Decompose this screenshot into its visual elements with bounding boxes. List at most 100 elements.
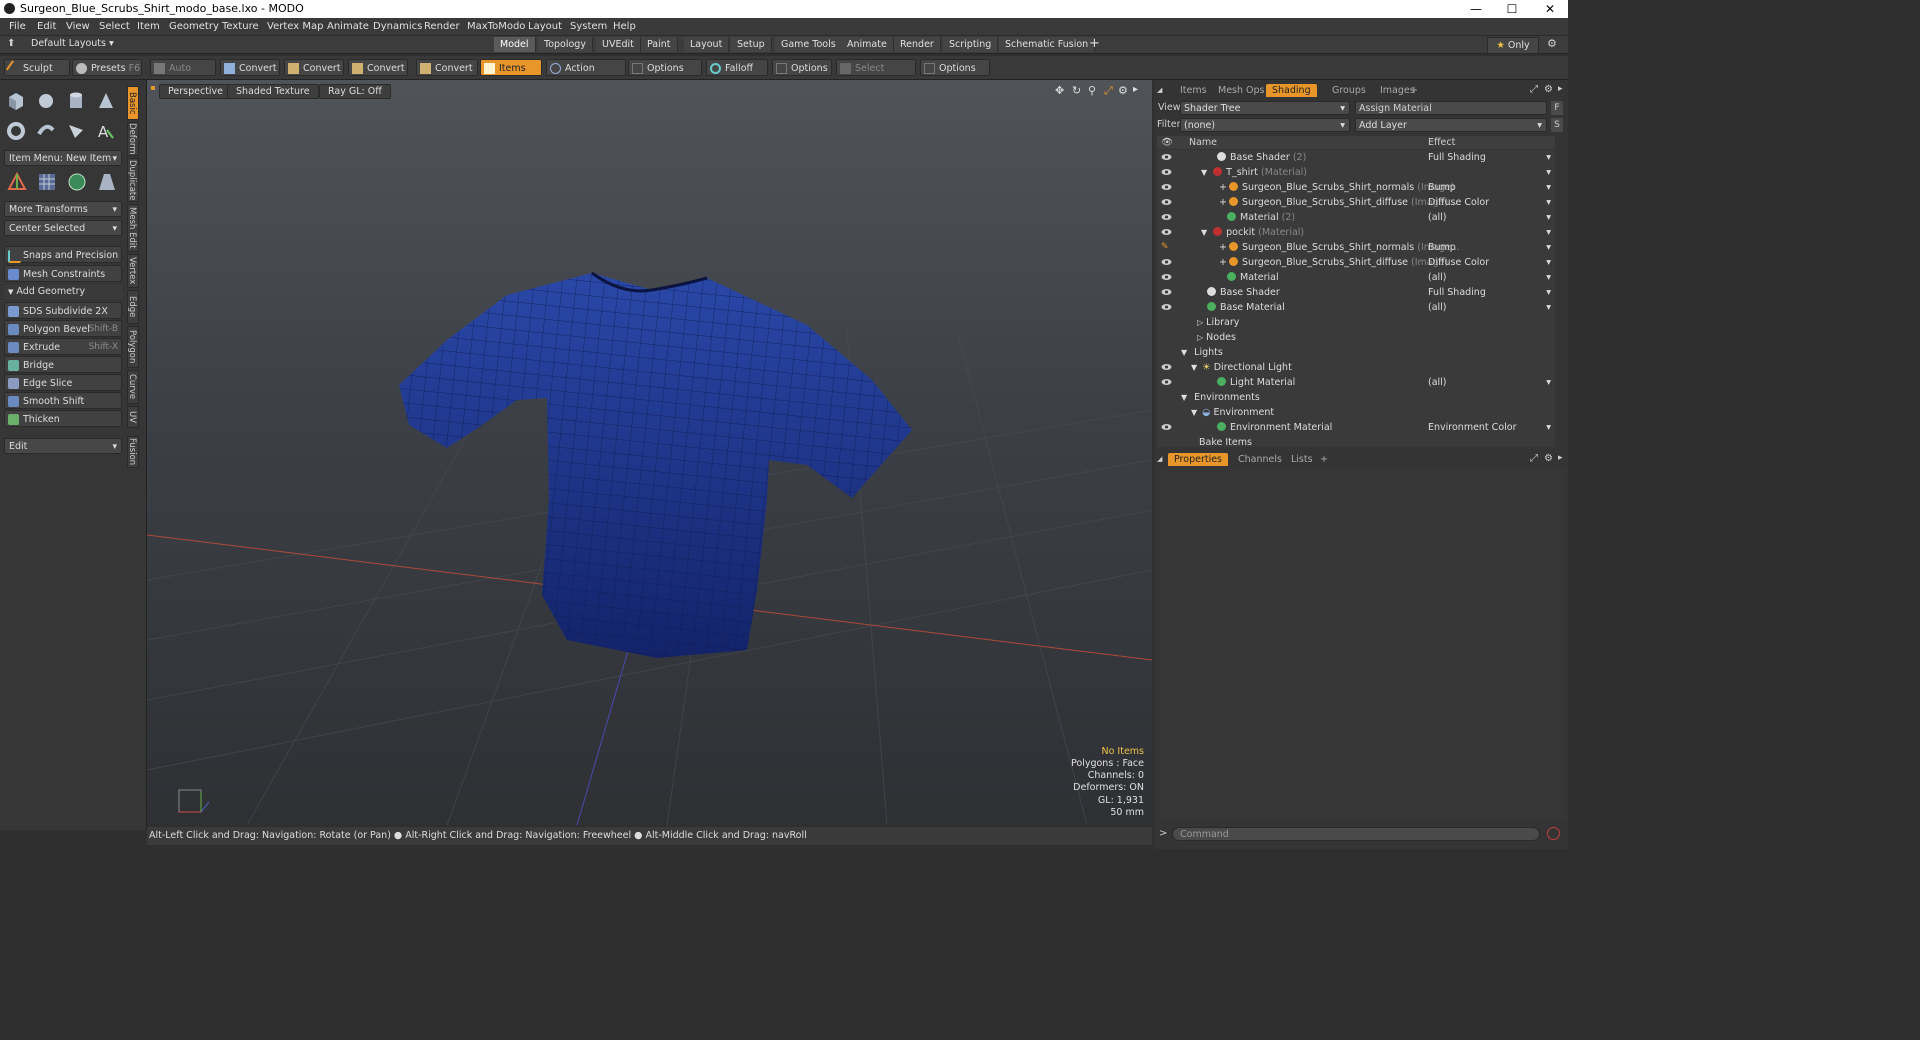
panel-gear-icon[interactable]: ⚙ xyxy=(1544,453,1553,464)
vtab-duplicate[interactable]: Duplicate xyxy=(127,158,139,202)
bridge-button[interactable]: Bridge xyxy=(4,356,122,373)
menu-help[interactable]: Help xyxy=(613,21,636,32)
name-column-header[interactable]: Name xyxy=(1189,136,1217,149)
vtab-edge[interactable]: Edge xyxy=(127,290,139,324)
extrude-button[interactable]: Extrude Shift-X xyxy=(4,338,122,355)
tree-row[interactable]: ▼ pockit (Material) xyxy=(1157,225,1555,240)
globe-icon[interactable] xyxy=(66,171,88,193)
add-panel-tab[interactable]: + xyxy=(1314,453,1334,466)
tab-render[interactable]: Render xyxy=(894,37,941,52)
tree-row[interactable]: Material (2) (all) xyxy=(1157,210,1555,225)
f-button[interactable]: F xyxy=(1551,101,1563,115)
menu-animate[interactable]: Animate xyxy=(327,21,369,32)
chevron-down-icon[interactable]: ▼ xyxy=(1181,393,1187,402)
tree-row[interactable]: Material (all) xyxy=(1157,270,1555,285)
command-input[interactable]: Command xyxy=(1172,827,1540,841)
tree-row[interactable]: Base Shader Full Shading xyxy=(1157,285,1555,300)
convert-button-2[interactable]: Convert xyxy=(284,59,344,76)
sds-subdivide-button[interactable]: SDS Subdivide 2X xyxy=(4,302,122,319)
vtab-vertex[interactable]: Vertex xyxy=(127,254,139,288)
convert-button-3[interactable]: Convert xyxy=(348,59,408,76)
menu-layout[interactable]: Layout xyxy=(528,21,562,32)
panel-gear-icon[interactable]: ⚙ xyxy=(1544,84,1553,95)
eye-icon[interactable] xyxy=(1161,198,1172,206)
only-toggle[interactable]: ★ Only xyxy=(1487,37,1539,54)
assign-material-button[interactable]: Assign Material xyxy=(1355,101,1547,115)
add-layer-dropdown[interactable]: Add Layer xyxy=(1355,118,1547,133)
chevron-right-icon[interactable]: ▷ xyxy=(1197,333,1203,342)
text-icon[interactable]: A xyxy=(95,120,117,142)
vtab-deform[interactable]: Deform xyxy=(127,122,139,156)
maximize-panel-icon[interactable]: ⤢ xyxy=(1530,453,1538,464)
thicken-button[interactable]: Thicken xyxy=(4,410,122,427)
menu-system[interactable]: System xyxy=(570,21,607,32)
eye-icon[interactable] xyxy=(1161,378,1172,386)
tree-row[interactable]: ▼ Environments xyxy=(1157,390,1555,405)
sculpt-button[interactable]: Sculpt xyxy=(4,59,70,77)
tube-icon[interactable] xyxy=(35,120,57,142)
chevron-down-icon[interactable]: ▼ xyxy=(1191,408,1197,417)
tree-row[interactable]: + Surgeon_Blue_Scrubs_Shirt_diffuse (Imag… xyxy=(1157,195,1555,210)
tab-groups[interactable]: Groups xyxy=(1326,84,1372,97)
menu-select[interactable]: Select xyxy=(99,21,130,32)
record-icon[interactable] xyxy=(1547,827,1560,840)
auto-select-button[interactable]: Auto Select xyxy=(150,59,216,91)
eye-icon[interactable] xyxy=(1161,153,1172,161)
brush-icon[interactable]: ✎ xyxy=(1161,243,1172,252)
menu-file[interactable]: File xyxy=(9,21,26,32)
panel-arrow-icon[interactable]: ▸ xyxy=(1558,453,1563,463)
mesh-constraints-button[interactable]: Mesh Constraints xyxy=(4,265,122,282)
tree-row[interactable]: + Surgeon_Blue_Scrubs_Shirt_diffuse (Imag… xyxy=(1157,255,1555,270)
eye-icon[interactable] xyxy=(1161,423,1172,431)
tree-row[interactable]: ▼ ☀ Directional Light xyxy=(1157,360,1555,375)
3d-viewport[interactable]: Perspective Shaded Texture Ray GL: Off ✥… xyxy=(147,80,1152,825)
maximize-button[interactable]: ☐ xyxy=(1494,0,1530,18)
tab-shading[interactable]: Shading xyxy=(1266,84,1317,97)
item-menu-dropdown[interactable]: Item Menu: New Item xyxy=(4,150,122,167)
chevron-down-icon[interactable]: ▼ xyxy=(1201,228,1207,237)
tree-row[interactable]: Light Material (all) xyxy=(1157,375,1555,390)
vtab-fusion[interactable]: Fusion xyxy=(127,436,139,468)
tab-channels[interactable]: Channels xyxy=(1232,453,1288,466)
tree-row[interactable]: ✎ + Surgeon_Blue_Scrubs_Shirt_normals (Ima… xyxy=(1157,240,1555,255)
perspective-icon[interactable] xyxy=(96,171,118,193)
cylinder-icon[interactable] xyxy=(65,90,87,112)
menu-render[interactable]: Render xyxy=(424,21,460,32)
options-button-2[interactable]: Options xyxy=(772,59,832,76)
tab-paint[interactable]: Paint xyxy=(641,37,678,52)
eye-icon[interactable] xyxy=(1161,228,1172,236)
tree-row[interactable]: Environment Material Environment Color xyxy=(1157,420,1555,435)
menu-dynamics[interactable]: Dynamics xyxy=(373,21,422,32)
eye-icon[interactable] xyxy=(1161,168,1172,176)
menu-geometry[interactable]: Geometry xyxy=(169,21,219,32)
eye-icon[interactable] xyxy=(1161,273,1172,281)
tab-animate[interactable]: Animate xyxy=(841,37,894,52)
eye-icon[interactable] xyxy=(1161,213,1172,221)
options-button-1[interactable]: Options xyxy=(628,59,702,76)
select-through-button[interactable]: Select Through xyxy=(836,59,916,91)
menu-view[interactable]: View xyxy=(66,21,90,32)
add-geometry-header[interactable]: ▼ Add Geometry xyxy=(4,285,122,299)
convert-button-1[interactable]: Convert xyxy=(220,59,280,76)
eye-icon[interactable] xyxy=(1161,303,1172,311)
tree-row[interactable]: ▼ Lights xyxy=(1157,345,1555,360)
eye-icon[interactable] xyxy=(1161,258,1172,266)
tree-row[interactable]: ▷ Library xyxy=(1157,315,1555,330)
polygon-bevel-button[interactable]: Polygon Bevel Shift-B xyxy=(4,320,122,337)
chevron-down-icon[interactable]: ▼ xyxy=(1181,348,1187,357)
eye-icon[interactable]: 👁 xyxy=(1161,136,1173,149)
chevron-right-icon[interactable]: ▷ xyxy=(1197,318,1203,327)
tab-layout[interactable]: Layout xyxy=(684,37,730,52)
filter-dropdown[interactable]: (none) xyxy=(1180,118,1350,133)
options-button-3[interactable]: Options xyxy=(920,59,990,76)
tree-row[interactable]: + Surgeon_Blue_Scrubs_Shirt_normals (Imag… xyxy=(1157,180,1555,195)
tab-setup[interactable]: Setup xyxy=(731,37,772,52)
eye-icon[interactable] xyxy=(1161,363,1172,371)
expand-plus-icon[interactable]: + xyxy=(1219,182,1227,193)
tab-scripting[interactable]: Scripting xyxy=(943,37,999,52)
cube-icon[interactable] xyxy=(5,90,27,112)
eye-icon[interactable] xyxy=(1161,183,1172,191)
tab-properties[interactable]: Properties xyxy=(1168,453,1229,466)
eye-icon[interactable] xyxy=(1161,288,1172,296)
edit-dropdown[interactable]: Edit xyxy=(4,438,122,455)
